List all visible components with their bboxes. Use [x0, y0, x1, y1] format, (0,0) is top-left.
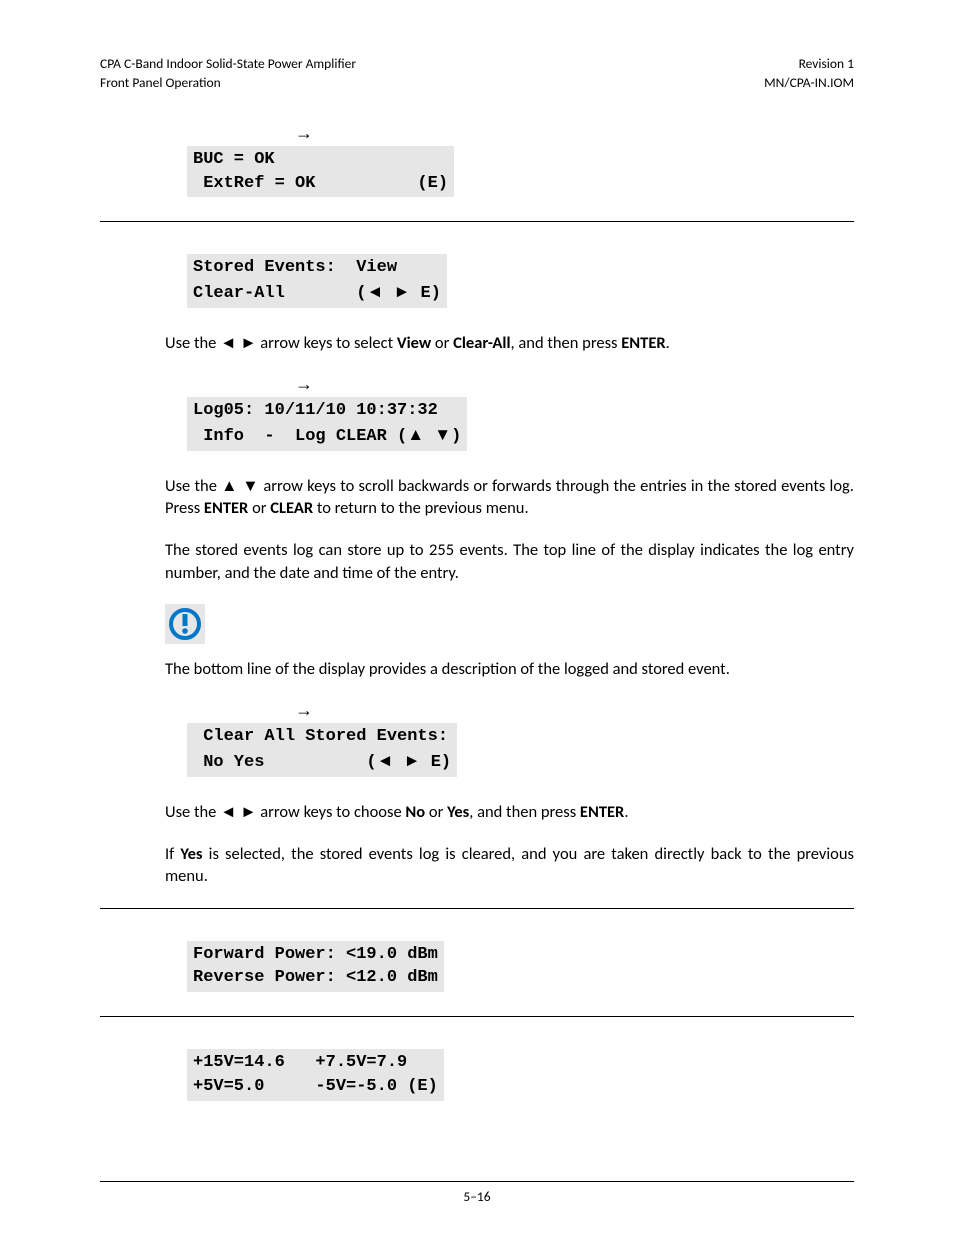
right-arrow-icon: →	[295, 123, 313, 143]
lcd-text: +15V=14.6 +7.5V=7.9 +5V=5.0 -5V=-5.0 (E)	[187, 1049, 444, 1101]
right-arrow-icon: →	[295, 374, 313, 394]
page-footer: 5–16	[0, 1181, 954, 1205]
lcd-text: Forward Power: <19.0 dBm Reverse Power: …	[187, 941, 444, 993]
arrow-indicator: →	[165, 123, 854, 144]
body-paragraph: If Yes is selected, the stored events lo…	[165, 843, 854, 888]
lcd-display-power: Forward Power: <19.0 dBm Reverse Power: …	[187, 925, 854, 993]
lcd-text: BUC = OK ExtRef = OK (E)	[187, 146, 454, 198]
section-divider	[100, 221, 854, 222]
footer-rule	[100, 1181, 854, 1182]
right-triangle-icon: ►	[404, 751, 421, 770]
page-content: → BUC = OK ExtRef = OK (E) Stored Events…	[165, 123, 854, 1101]
lcd-text: Log05: 10/11/10 10:37:32 Info - Log CLEA…	[187, 397, 467, 451]
page-header: CPA C-Band Indoor Solid-State Power Ampl…	[100, 55, 854, 93]
lcd-display-log: Log05: 10/11/10 10:37:32 Info - Log CLEA…	[187, 397, 854, 451]
page-number: 5–16	[463, 1188, 490, 1205]
header-left: CPA C-Band Indoor Solid-State Power Ampl…	[100, 55, 356, 93]
right-triangle-icon: ►	[240, 802, 256, 822]
lcd-text: Stored Events: View Clear-All (◄ ► E)	[187, 254, 447, 308]
right-triangle-icon: ►	[240, 333, 256, 353]
up-triangle-icon: ▲	[407, 425, 424, 444]
document-page: CPA C-Band Indoor Solid-State Power Ampl…	[0, 0, 954, 1235]
section-divider	[100, 1016, 854, 1017]
up-triangle-icon: ▲	[221, 476, 238, 496]
doc-code: MN/CPA-IN.IOM	[764, 74, 854, 91]
doc-title: CPA C-Band Indoor Solid-State Power Ampl…	[100, 55, 356, 72]
instruction-text: Use the ◄ ► arrow keys to choose No or Y…	[165, 801, 854, 823]
down-triangle-icon: ▼	[434, 425, 451, 444]
lcd-display-stored-events: Stored Events: View Clear-All (◄ ► E)	[187, 238, 854, 308]
lcd-display-clear-confirm: Clear All Stored Events: No Yes (◄ ► E)	[187, 723, 854, 777]
alert-icon	[165, 604, 205, 644]
instruction-text: Use the ◄ ► arrow keys to select View or…	[165, 332, 854, 354]
arrow-indicator: →	[165, 374, 854, 395]
right-triangle-icon: ►	[393, 282, 410, 301]
left-triangle-icon: ◄	[377, 751, 394, 770]
doc-section: Front Panel Operation	[100, 74, 221, 91]
instruction-text: Use the ▲ ▼ arrow keys to scroll backwar…	[165, 475, 854, 520]
doc-revision: Revision 1	[799, 55, 854, 72]
body-paragraph: The stored events log can store up to 25…	[165, 539, 854, 584]
lcd-display-buc: BUC = OK ExtRef = OK (E)	[187, 146, 854, 198]
lcd-display-voltages: +15V=14.6 +7.5V=7.9 +5V=5.0 -5V=-5.0 (E)	[187, 1033, 854, 1101]
header-right: Revision 1 MN/CPA-IN.IOM	[764, 55, 854, 93]
section-divider	[100, 908, 854, 909]
left-triangle-icon: ◄	[220, 333, 236, 353]
body-paragraph: The bottom line of the display provides …	[165, 658, 854, 680]
arrow-indicator: →	[165, 700, 854, 721]
right-arrow-icon: →	[295, 700, 313, 720]
down-triangle-icon: ▼	[242, 476, 259, 496]
left-triangle-icon: ◄	[366, 282, 383, 301]
left-triangle-icon: ◄	[220, 802, 236, 822]
lcd-text: Clear All Stored Events: No Yes (◄ ► E)	[187, 723, 457, 777]
